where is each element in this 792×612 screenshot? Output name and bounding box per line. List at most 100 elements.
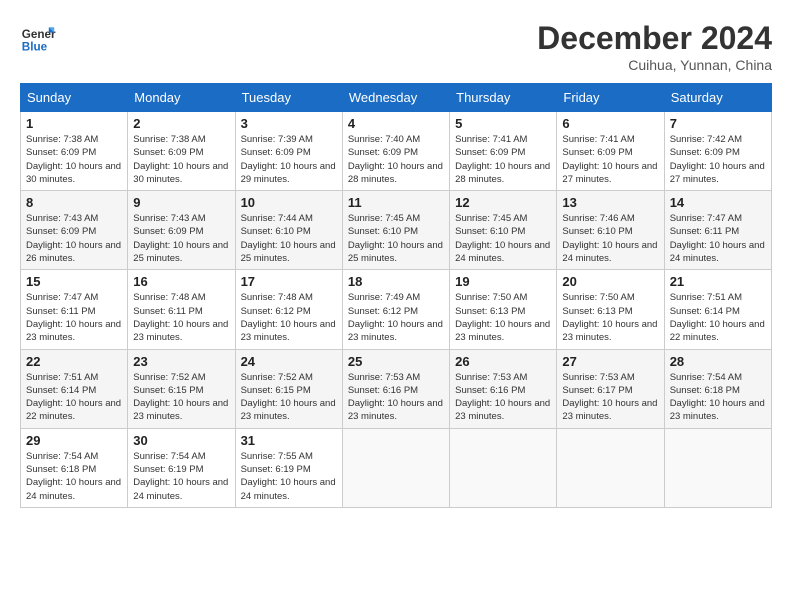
day-info: Sunrise: 7:46 AMSunset: 6:10 PMDaylight:… xyxy=(562,212,658,265)
day-info: Sunrise: 7:50 AMSunset: 6:13 PMDaylight:… xyxy=(562,291,658,344)
logo: General Blue xyxy=(20,20,56,56)
calendar-cell xyxy=(342,428,449,507)
calendar-cell: 14 Sunrise: 7:47 AMSunset: 6:11 PMDayligh… xyxy=(664,191,771,270)
calendar-cell: 6 Sunrise: 7:41 AMSunset: 6:09 PMDaylight… xyxy=(557,112,664,191)
day-number: 26 xyxy=(455,354,551,369)
calendar-cell: 29 Sunrise: 7:54 AMSunset: 6:18 PMDayligh… xyxy=(21,428,128,507)
day-info: Sunrise: 7:54 AMSunset: 6:19 PMDaylight:… xyxy=(133,450,229,503)
calendar-cell: 31Sunrise: 7:55 AMSunset: 6:19 PMDayligh… xyxy=(235,428,342,507)
calendar-cell: 1 Sunrise: 7:38 AMSunset: 6:09 PMDaylight… xyxy=(21,112,128,191)
day-info: Sunrise: 7:43 AMSunset: 6:09 PMDaylight:… xyxy=(133,212,229,265)
day-info: Sunrise: 7:38 AMSunset: 6:09 PMDaylight:… xyxy=(133,133,229,186)
weekday-header-row: SundayMondayTuesdayWednesdayThursdayFrid… xyxy=(21,84,772,112)
day-number: 9 xyxy=(133,195,229,210)
title-section: December 2024 Cuihua, Yunnan, China xyxy=(537,20,772,73)
calendar-cell xyxy=(557,428,664,507)
day-info: Sunrise: 7:54 AMSunset: 6:18 PMDaylight:… xyxy=(26,450,122,503)
day-number: 19 xyxy=(455,274,551,289)
weekday-header-thursday: Thursday xyxy=(450,84,557,112)
day-info: Sunrise: 7:52 AMSunset: 6:15 PMDaylight:… xyxy=(133,371,229,424)
calendar-cell: 3 Sunrise: 7:39 AMSunset: 6:09 PMDaylight… xyxy=(235,112,342,191)
page-header: General Blue December 2024 Cuihua, Yunna… xyxy=(20,20,772,73)
calendar-cell: 25 Sunrise: 7:53 AMSunset: 6:16 PMDayligh… xyxy=(342,349,449,428)
logo-icon: General Blue xyxy=(20,20,56,56)
day-info: Sunrise: 7:53 AMSunset: 6:17 PMDaylight:… xyxy=(562,371,658,424)
day-info: Sunrise: 7:47 AMSunset: 6:11 PMDaylight:… xyxy=(26,291,122,344)
day-info: Sunrise: 7:50 AMSunset: 6:13 PMDaylight:… xyxy=(455,291,551,344)
day-info: Sunrise: 7:41 AMSunset: 6:09 PMDaylight:… xyxy=(562,133,658,186)
day-number: 12 xyxy=(455,195,551,210)
calendar-cell: 7Sunrise: 7:42 AMSunset: 6:09 PMDaylight… xyxy=(664,112,771,191)
day-info: Sunrise: 7:39 AMSunset: 6:09 PMDaylight:… xyxy=(241,133,337,186)
calendar-week-row: 1 Sunrise: 7:38 AMSunset: 6:09 PMDaylight… xyxy=(21,112,772,191)
day-number: 20 xyxy=(562,274,658,289)
calendar-cell: 11Sunrise: 7:45 AMSunset: 6:10 PMDayligh… xyxy=(342,191,449,270)
day-info: Sunrise: 7:41 AMSunset: 6:09 PMDaylight:… xyxy=(455,133,551,186)
calendar-cell: 5 Sunrise: 7:41 AMSunset: 6:09 PMDaylight… xyxy=(450,112,557,191)
day-info: Sunrise: 7:40 AMSunset: 6:09 PMDaylight:… xyxy=(348,133,444,186)
calendar-cell: 16 Sunrise: 7:48 AMSunset: 6:11 PMDayligh… xyxy=(128,270,235,349)
day-number: 6 xyxy=(562,116,658,131)
day-number: 1 xyxy=(26,116,122,131)
calendar-cell xyxy=(450,428,557,507)
day-number: 10 xyxy=(241,195,337,210)
calendar-cell: 20 Sunrise: 7:50 AMSunset: 6:13 PMDayligh… xyxy=(557,270,664,349)
day-info: Sunrise: 7:48 AMSunset: 6:11 PMDaylight:… xyxy=(133,291,229,344)
day-info: Sunrise: 7:49 AMSunset: 6:12 PMDaylight:… xyxy=(348,291,444,344)
day-info: Sunrise: 7:45 AMSunset: 6:10 PMDaylight:… xyxy=(455,212,551,265)
weekday-header-monday: Monday xyxy=(128,84,235,112)
day-info: Sunrise: 7:45 AMSunset: 6:10 PMDaylight:… xyxy=(348,212,444,265)
day-number: 18 xyxy=(348,274,444,289)
day-number: 5 xyxy=(455,116,551,131)
day-number: 30 xyxy=(133,433,229,448)
day-info: Sunrise: 7:47 AMSunset: 6:11 PMDaylight:… xyxy=(670,212,766,265)
calendar-cell: 10Sunrise: 7:44 AMSunset: 6:10 PMDayligh… xyxy=(235,191,342,270)
day-number: 23 xyxy=(133,354,229,369)
calendar-cell: 23 Sunrise: 7:52 AMSunset: 6:15 PMDayligh… xyxy=(128,349,235,428)
calendar-cell xyxy=(664,428,771,507)
day-info: Sunrise: 7:43 AMSunset: 6:09 PMDaylight:… xyxy=(26,212,122,265)
day-number: 21 xyxy=(670,274,766,289)
day-number: 3 xyxy=(241,116,337,131)
calendar-cell: 26Sunrise: 7:53 AMSunset: 6:16 PMDayligh… xyxy=(450,349,557,428)
day-number: 4 xyxy=(348,116,444,131)
calendar-cell: 24 Sunrise: 7:52 AMSunset: 6:15 PMDayligh… xyxy=(235,349,342,428)
calendar-cell: 4 Sunrise: 7:40 AMSunset: 6:09 PMDaylight… xyxy=(342,112,449,191)
day-number: 8 xyxy=(26,195,122,210)
location-title: Cuihua, Yunnan, China xyxy=(537,57,772,73)
weekday-header-saturday: Saturday xyxy=(664,84,771,112)
calendar-cell: 19 Sunrise: 7:50 AMSunset: 6:13 PMDayligh… xyxy=(450,270,557,349)
calendar-cell: 21 Sunrise: 7:51 AMSunset: 6:14 PMDayligh… xyxy=(664,270,771,349)
day-number: 14 xyxy=(670,195,766,210)
day-info: Sunrise: 7:38 AMSunset: 6:09 PMDaylight:… xyxy=(26,133,122,186)
calendar-cell: 18 Sunrise: 7:49 AMSunset: 6:12 PMDayligh… xyxy=(342,270,449,349)
weekday-header-wednesday: Wednesday xyxy=(342,84,449,112)
day-number: 24 xyxy=(241,354,337,369)
calendar-cell: 22Sunrise: 7:51 AMSunset: 6:14 PMDayligh… xyxy=(21,349,128,428)
calendar-cell: 9 Sunrise: 7:43 AMSunset: 6:09 PMDaylight… xyxy=(128,191,235,270)
calendar-cell: 28 Sunrise: 7:54 AMSunset: 6:18 PMDayligh… xyxy=(664,349,771,428)
calendar-table: SundayMondayTuesdayWednesdayThursdayFrid… xyxy=(20,83,772,508)
calendar-cell: 27 Sunrise: 7:53 AMSunset: 6:17 PMDayligh… xyxy=(557,349,664,428)
day-info: Sunrise: 7:51 AMSunset: 6:14 PMDaylight:… xyxy=(26,371,122,424)
day-number: 16 xyxy=(133,274,229,289)
day-info: Sunrise: 7:53 AMSunset: 6:16 PMDaylight:… xyxy=(348,371,444,424)
weekday-header-tuesday: Tuesday xyxy=(235,84,342,112)
day-number: 27 xyxy=(562,354,658,369)
month-title: December 2024 xyxy=(537,20,772,57)
day-info: Sunrise: 7:51 AMSunset: 6:14 PMDaylight:… xyxy=(670,291,766,344)
day-number: 29 xyxy=(26,433,122,448)
day-info: Sunrise: 7:48 AMSunset: 6:12 PMDaylight:… xyxy=(241,291,337,344)
day-number: 7 xyxy=(670,116,766,131)
day-info: Sunrise: 7:54 AMSunset: 6:18 PMDaylight:… xyxy=(670,371,766,424)
calendar-cell: 17 Sunrise: 7:48 AMSunset: 6:12 PMDayligh… xyxy=(235,270,342,349)
calendar-cell: 8 Sunrise: 7:43 AMSunset: 6:09 PMDaylight… xyxy=(21,191,128,270)
day-info: Sunrise: 7:52 AMSunset: 6:15 PMDaylight:… xyxy=(241,371,337,424)
day-number: 17 xyxy=(241,274,337,289)
day-number: 13 xyxy=(562,195,658,210)
calendar-cell: 15Sunrise: 7:47 AMSunset: 6:11 PMDayligh… xyxy=(21,270,128,349)
day-number: 25 xyxy=(348,354,444,369)
calendar-cell: 13 Sunrise: 7:46 AMSunset: 6:10 PMDayligh… xyxy=(557,191,664,270)
calendar-cell: 12 Sunrise: 7:45 AMSunset: 6:10 PMDayligh… xyxy=(450,191,557,270)
day-number: 28 xyxy=(670,354,766,369)
